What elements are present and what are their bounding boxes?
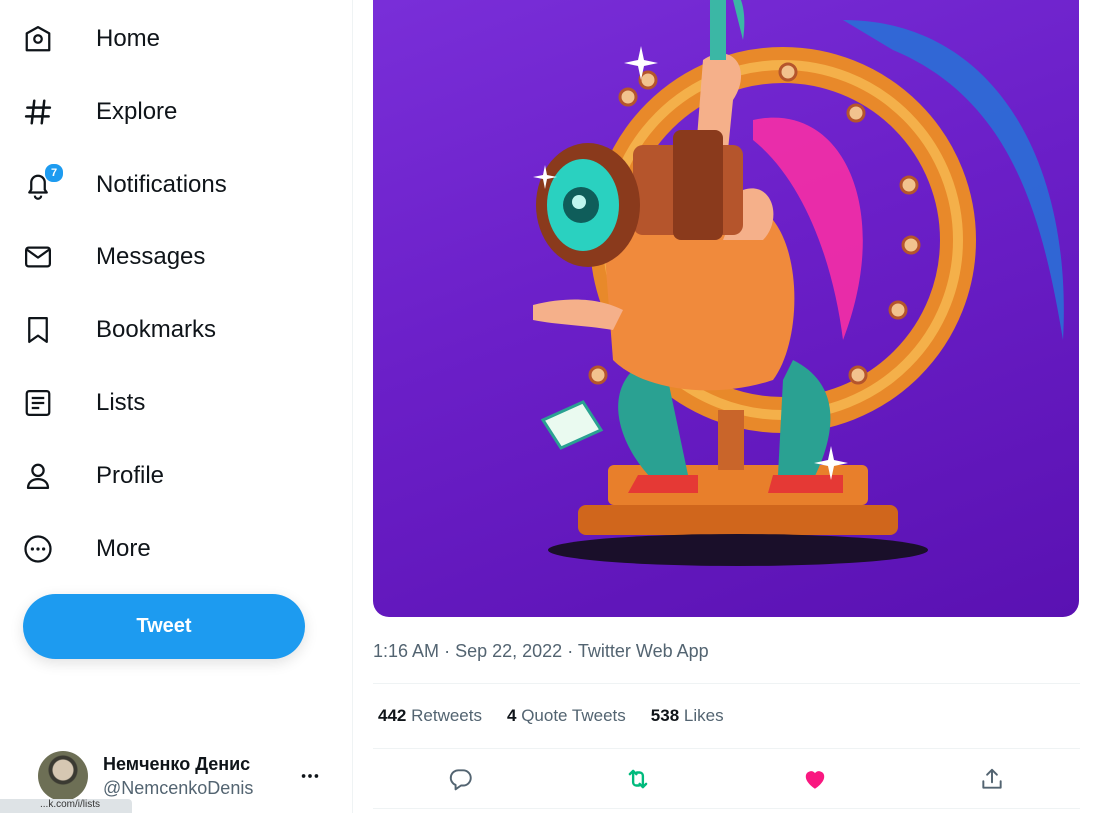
- bell-icon: 7: [22, 163, 64, 201]
- retweets-count: 442: [378, 706, 407, 725]
- tweet-stats: 442 Retweets 4 Quote Tweets 538 Likes: [378, 706, 749, 726]
- like-icon[interactable]: [802, 766, 828, 792]
- browser-status-bar: ...k.com/i/lists: [0, 799, 132, 813]
- divider: [373, 808, 1080, 809]
- list-icon: [22, 387, 54, 419]
- retweets-label: Retweets: [411, 706, 482, 725]
- ellipsis-icon[interactable]: [296, 762, 324, 790]
- likes-count: 538: [650, 706, 680, 725]
- nav-profile-label: Profile: [96, 462, 165, 489]
- tweet-actions: [373, 754, 1080, 804]
- nav-bookmarks-label: Bookmarks: [96, 316, 217, 343]
- meta-separator: ·: [444, 641, 451, 661]
- hashtag-icon: [22, 96, 54, 128]
- retweets-stat[interactable]: 442 Retweets: [378, 706, 482, 726]
- nav-profile[interactable]: Profile: [22, 448, 164, 504]
- quotes-label: Quote Tweets: [521, 706, 626, 725]
- divider: [373, 683, 1080, 684]
- reply-icon[interactable]: [448, 766, 474, 792]
- nav-explore-label: Explore: [96, 98, 178, 125]
- nav-messages[interactable]: Messages: [22, 229, 205, 285]
- nav-home-label: Home: [96, 25, 161, 52]
- nav-notifications-label: Notifications: [96, 171, 227, 198]
- tweet-date[interactable]: Sep 22, 2022: [455, 641, 562, 661]
- nav-notifications[interactable]: 7 Notifications: [22, 157, 227, 213]
- account-switcher[interactable]: Немченко Денис @NemcenkoDenis: [38, 748, 338, 804]
- notifications-badge: 7: [44, 163, 64, 183]
- sidebar-divider: [352, 0, 353, 813]
- meta-separator: ·: [567, 641, 574, 661]
- nav-messages-label: Messages: [96, 243, 206, 270]
- nav-bookmarks[interactable]: Bookmarks: [22, 302, 216, 358]
- tweet-timestamp: 1:16 AM · Sep 22, 2022 · Twitter Web App: [373, 640, 709, 662]
- quotes-stat[interactable]: 4 Quote Tweets: [507, 706, 626, 726]
- nav-lists[interactable]: Lists: [22, 375, 145, 431]
- more-circle-icon: [22, 533, 54, 565]
- nav-home[interactable]: Home: [22, 11, 160, 67]
- person-icon: [22, 460, 54, 492]
- divider: [373, 748, 1080, 749]
- tweet-time[interactable]: 1:16 AM: [373, 641, 439, 661]
- tweet-media-image[interactable]: [373, 0, 1079, 617]
- sidebar: Home Explore 7 Notifications Messages Bo…: [0, 0, 352, 813]
- account-handle: @NemcenkoDenis: [103, 778, 254, 798]
- tweet-source[interactable]: Twitter Web App: [578, 641, 709, 661]
- share-icon[interactable]: [979, 766, 1005, 792]
- avatar: [38, 751, 88, 801]
- nav-lists-label: Lists: [96, 389, 146, 416]
- bookmark-icon: [22, 314, 54, 346]
- nav-more[interactable]: More: [22, 521, 151, 577]
- retweet-icon[interactable]: [625, 766, 651, 792]
- likes-label: Likes: [683, 706, 724, 725]
- home-icon: [22, 23, 54, 55]
- nav-more-label: More: [96, 535, 151, 562]
- nav-explore[interactable]: Explore: [22, 84, 177, 140]
- quotes-count: 4: [506, 706, 517, 725]
- envelope-icon: [22, 241, 54, 273]
- account-name: Немченко Денис: [103, 754, 251, 774]
- tweet-button[interactable]: Tweet: [23, 594, 305, 659]
- likes-stat[interactable]: 538 Likes: [651, 706, 724, 726]
